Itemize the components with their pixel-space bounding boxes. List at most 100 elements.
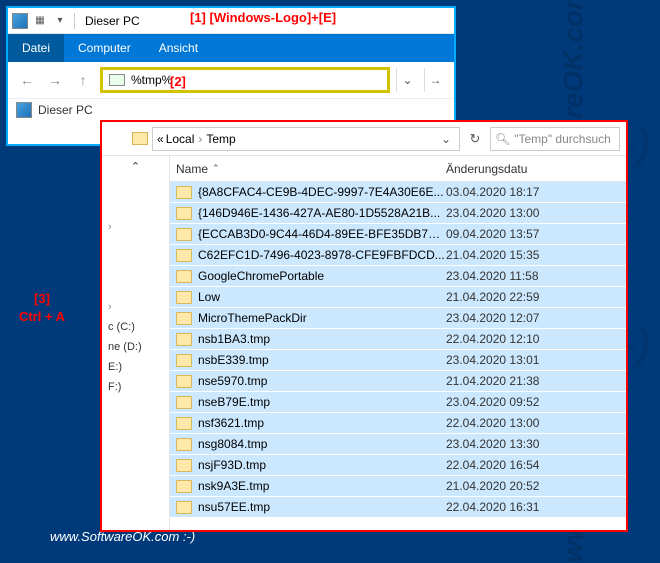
file-rows: {8A8CFAC4-CE9B-4DEC-9997-7E4A30E6E...03.… [170, 182, 626, 530]
folder-icon [176, 228, 192, 241]
nav-forward-icon[interactable]: → [44, 69, 66, 91]
file-name: nsjF93D.tmp [198, 458, 446, 472]
file-name: nsk9A3E.tmp [198, 479, 446, 493]
tab-ansicht[interactable]: Ansicht [145, 34, 212, 62]
address-bar: « Local › Temp ⌄ ↻ 🔍︎ "Temp" durchsuch [102, 122, 626, 156]
file-row[interactable]: nse5970.tmp21.04.2020 21:38 [170, 371, 626, 392]
file-row[interactable]: nseB79E.tmp23.04.2020 09:52 [170, 392, 626, 413]
file-date: 22.04.2020 16:31 [446, 500, 626, 514]
column-headers: Name ⌃ Änderungsdatu [170, 156, 626, 182]
chevron-right-icon: › [196, 132, 204, 146]
file-name: nseB79E.tmp [198, 395, 446, 409]
sidebar-item[interactable] [102, 297, 169, 317]
sidebar-drive-f[interactable]: F:) [102, 377, 169, 397]
sort-asc-icon: ⌃ [212, 163, 220, 174]
window-title: Dieser PC [85, 14, 140, 28]
file-name: MicroThemePackDir [198, 311, 446, 325]
file-name: nsg8084.tmp [198, 437, 446, 451]
nav-back-icon[interactable]: ← [16, 69, 38, 91]
file-row[interactable]: nsu57EE.tmp22.04.2020 16:31 [170, 497, 626, 518]
sidebar-drive-c[interactable]: c (C:) [102, 317, 169, 337]
column-name[interactable]: Name ⌃ [176, 162, 446, 176]
quick-access-icon[interactable]: ▦ [32, 13, 48, 29]
annotation-2: [2] [170, 74, 186, 89]
file-name: nsbE339.tmp [198, 353, 446, 367]
file-row[interactable]: C62EFC1D-7496-4023-8978-CFE9FBFDCD...21.… [170, 245, 626, 266]
tab-computer[interactable]: Computer [64, 34, 145, 62]
folder-icon [132, 132, 148, 145]
file-date: 09.04.2020 13:57 [446, 227, 626, 241]
file-row[interactable]: MicroThemePackDir23.04.2020 12:07 [170, 308, 626, 329]
status-bar: Dieser PC [8, 98, 454, 120]
breadcrumb-prev[interactable]: Local [166, 132, 195, 146]
file-name: nsb1BA3.tmp [198, 332, 446, 346]
folder-icon [176, 249, 192, 262]
pc-icon [109, 74, 125, 86]
quick-menu-chevron[interactable]: ▾ [52, 13, 68, 29]
folder-icon [176, 480, 192, 493]
tab-datei[interactable]: Datei [8, 34, 64, 62]
file-date: 22.04.2020 12:10 [446, 332, 626, 346]
folder-icon [176, 186, 192, 199]
file-row[interactable]: nsjF93D.tmp22.04.2020 16:54 [170, 455, 626, 476]
folder-icon [176, 312, 192, 325]
folder-icon [176, 333, 192, 346]
breadcrumb-back-chevron[interactable]: « [157, 132, 164, 146]
file-date: 22.04.2020 16:54 [446, 458, 626, 472]
file-row[interactable]: nsf3621.tmp22.04.2020 13:00 [170, 413, 626, 434]
file-row[interactable]: {8A8CFAC4-CE9B-4DEC-9997-7E4A30E6E...03.… [170, 182, 626, 203]
annotation-1: [1] [Windows-Logo]+[E] [190, 10, 336, 25]
file-date: 22.04.2020 13:00 [446, 416, 626, 430]
file-row[interactable]: nsg8084.tmp23.04.2020 13:30 [170, 434, 626, 455]
folder-icon [176, 417, 192, 430]
address-dropdown-icon[interactable]: ⌄ [396, 68, 418, 92]
column-date[interactable]: Änderungsdatu [446, 162, 626, 176]
breadcrumb-current[interactable]: Temp [206, 132, 235, 146]
chevron-down-icon[interactable]: ⌄ [437, 132, 455, 146]
folder-icon [176, 459, 192, 472]
sidebar-drive-e[interactable]: E:) [102, 357, 169, 377]
file-row[interactable]: nsk9A3E.tmp21.04.2020 20:52 [170, 476, 626, 497]
folder-icon [176, 354, 192, 367]
file-name: C62EFC1D-7496-4023-8978-CFE9FBFDCD... [198, 248, 446, 262]
file-name: {8A8CFAC4-CE9B-4DEC-9997-7E4A30E6E... [198, 185, 446, 199]
go-icon[interactable]: → [424, 68, 446, 92]
folder-icon [176, 207, 192, 220]
ribbon-tabs: Datei Computer Ansicht [8, 34, 454, 62]
file-date: 23.04.2020 13:01 [446, 353, 626, 367]
folder-icon [176, 438, 192, 451]
sidebar-drive-d[interactable]: ne (D:) [102, 337, 169, 357]
file-row[interactable]: Low21.04.2020 22:59 [170, 287, 626, 308]
file-row[interactable]: {ECCAB3D0-9C44-46D4-89EE-BFE35DB7D...09.… [170, 224, 626, 245]
file-name: nsu57EE.tmp [198, 500, 446, 514]
file-name: {ECCAB3D0-9C44-46D4-89EE-BFE35DB7D... [198, 227, 446, 241]
file-date: 23.04.2020 11:58 [446, 269, 626, 283]
file-list: Name ⌃ Änderungsdatu {8A8CFAC4-CE9B-4DEC… [170, 156, 626, 530]
sidebar-item[interactable] [102, 217, 169, 237]
file-name: GoogleChromePortable [198, 269, 446, 283]
folder-icon [176, 501, 192, 514]
breadcrumb[interactable]: « Local › Temp ⌄ [152, 127, 460, 151]
folder-icon [176, 291, 192, 304]
file-row[interactable]: {146D946E-1436-427A-AE80-1D5528A21B...23… [170, 203, 626, 224]
search-icon: 🔍︎ [495, 132, 510, 146]
file-row[interactable]: nsb1BA3.tmp22.04.2020 12:10 [170, 329, 626, 350]
file-name: {146D946E-1436-427A-AE80-1D5528A21B... [198, 206, 446, 220]
pc-icon [16, 102, 32, 118]
file-name: Low [198, 290, 446, 304]
folder-icon [176, 396, 192, 409]
address-input[interactable]: %tmp% [100, 67, 390, 93]
file-row[interactable]: nsbE339.tmp23.04.2020 13:01 [170, 350, 626, 371]
file-row[interactable]: GoogleChromePortable23.04.2020 11:58 [170, 266, 626, 287]
window-body: ⌃ c (C:) ne (D:) E:) F:) Name ⌃ Änderung… [102, 156, 626, 530]
file-date: 21.04.2020 22:59 [446, 290, 626, 304]
file-date: 23.04.2020 12:07 [446, 311, 626, 325]
pc-icon [12, 13, 28, 29]
file-date: 23.04.2020 09:52 [446, 395, 626, 409]
nav-up-icon[interactable]: ↑ [72, 69, 94, 91]
sidebar-scroll-up-icon[interactable]: ⌃ [102, 156, 169, 177]
separator [74, 13, 75, 29]
search-input[interactable]: 🔍︎ "Temp" durchsuch [490, 127, 620, 151]
refresh-icon[interactable]: ↻ [464, 131, 486, 147]
explorer-window-2: « Local › Temp ⌄ ↻ 🔍︎ "Temp" durchsuch ⌃… [100, 120, 628, 532]
